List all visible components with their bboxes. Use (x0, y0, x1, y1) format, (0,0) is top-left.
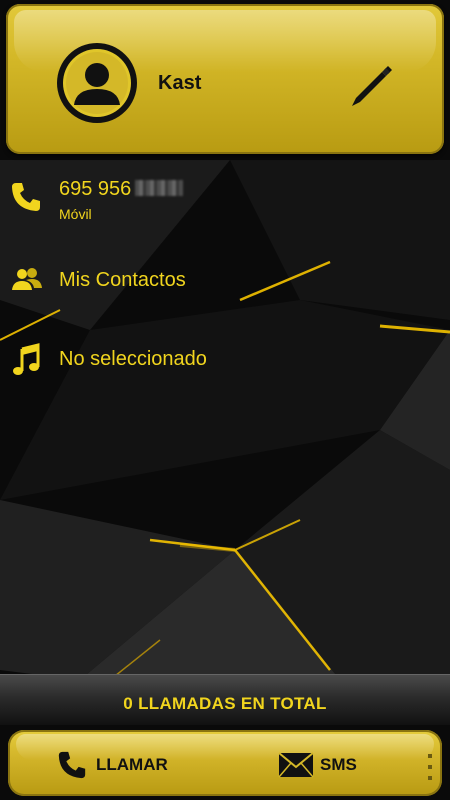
envelope-icon (278, 752, 314, 778)
phone-number-row[interactable]: 695 956 Móvil (0, 170, 450, 230)
phone-number: 695 956 (59, 178, 184, 201)
pencil-icon[interactable] (346, 58, 398, 110)
person-silhouette-icon[interactable] (56, 42, 138, 124)
sms-button[interactable]: SMS (278, 748, 378, 782)
call-label: LLAMAR (96, 755, 168, 774)
contacts-group-icon (12, 268, 42, 290)
call-button[interactable]: LLAMAR (56, 748, 186, 782)
call-total-text: 0 LLAMADAS EN TOTAL (123, 694, 327, 713)
dots-icon[interactable] (426, 752, 434, 782)
phone-type: Móvil (59, 206, 92, 222)
group-row[interactable]: Mis Contactos (0, 262, 450, 302)
phone-icon (12, 183, 40, 211)
ringtone-row[interactable]: No seleccionado (0, 340, 450, 380)
phone-number-text: 695 956 (59, 178, 132, 200)
group-label: Mis Contactos (59, 269, 186, 291)
ringtone-label: No seleccionado (59, 348, 207, 370)
contact-name: Kast (158, 72, 202, 94)
phone-icon (58, 751, 86, 779)
music-note-icon (13, 343, 40, 375)
phone-number-blurred (135, 180, 184, 196)
sms-label: SMS (320, 755, 357, 774)
